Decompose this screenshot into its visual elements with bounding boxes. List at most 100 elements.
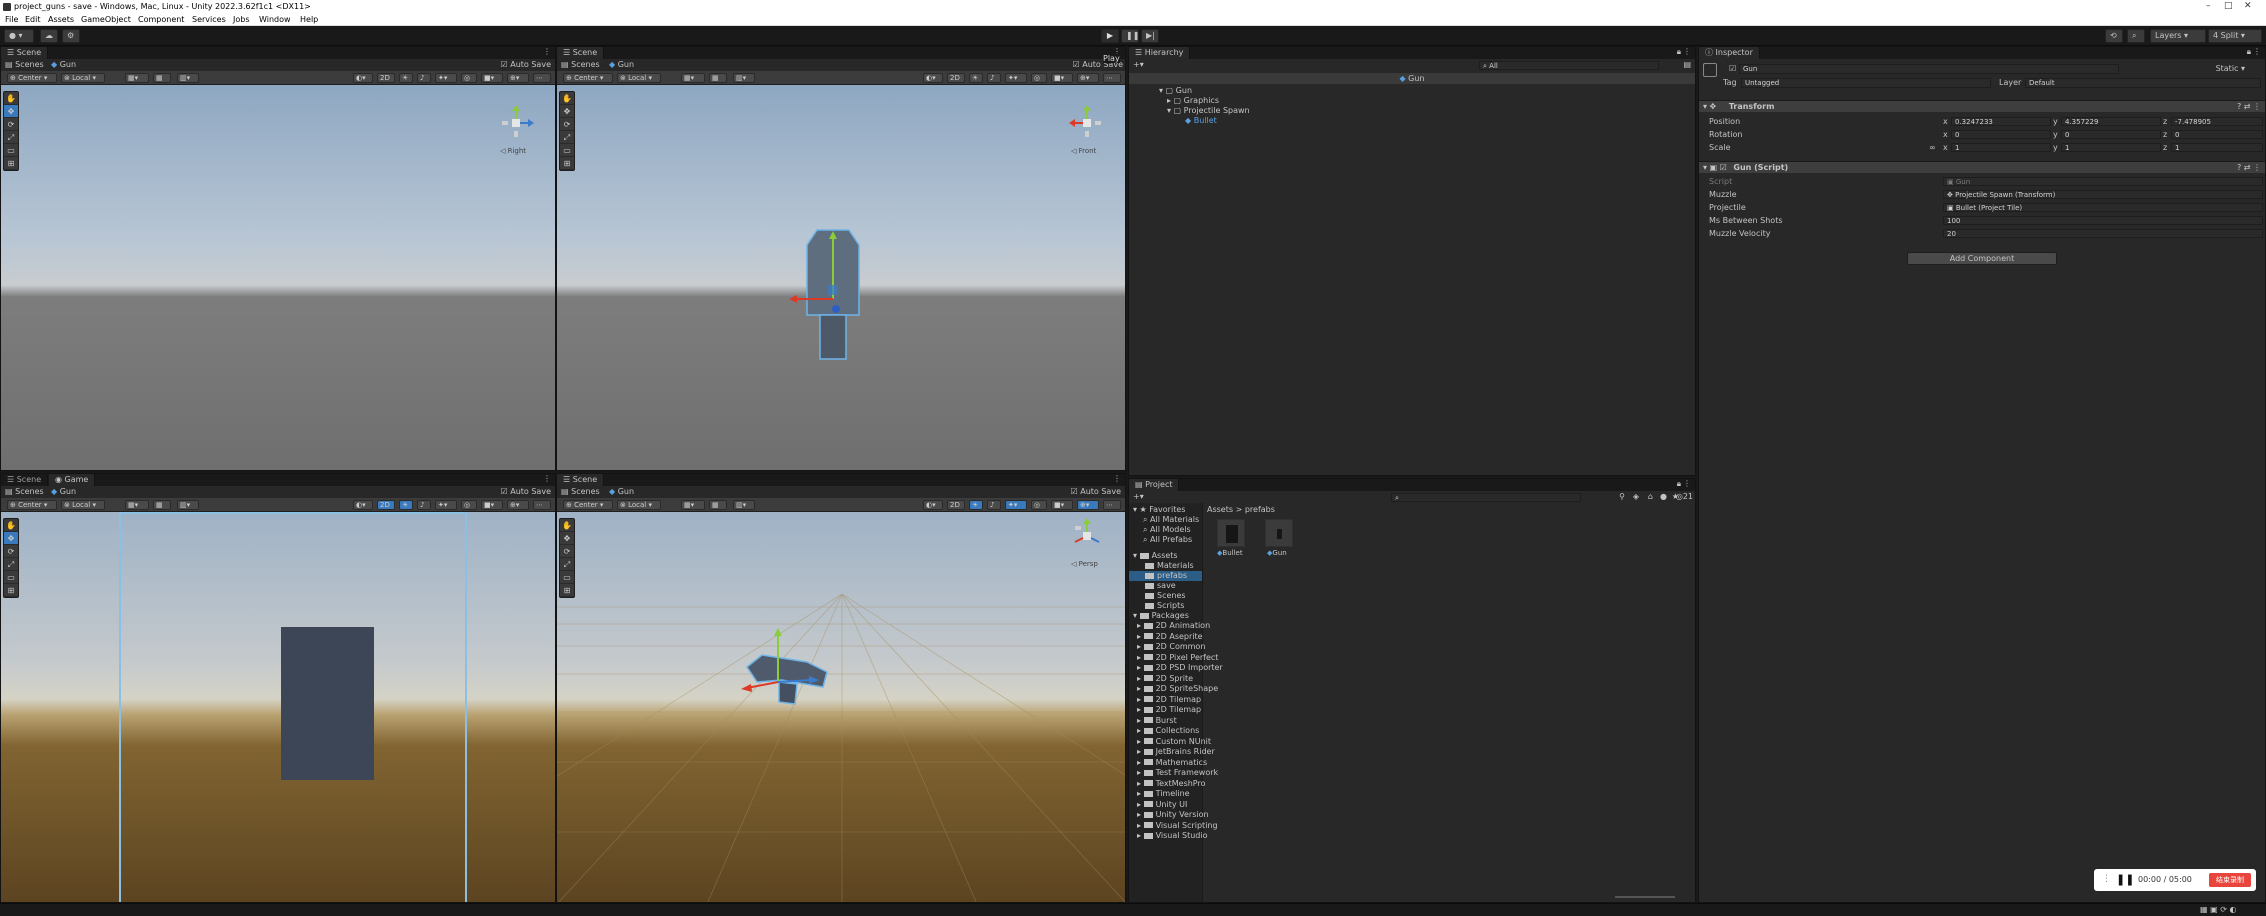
asset-gun[interactable] — [1265, 519, 1293, 547]
add-component-button[interactable]: Add Component — [1907, 252, 2057, 265]
collab-icon[interactable]: ⚙ — [62, 29, 80, 43]
scale-tool-icon[interactable]: ⤢ — [4, 558, 18, 571]
tree-package-folder[interactable]: ▸ 2D PSD Importer — [1129, 663, 1223, 673]
gizmos-button[interactable]: ⊕▾ — [507, 73, 529, 83]
lighting-icon[interactable]: ☀ — [399, 500, 413, 510]
breadcrumb-gun[interactable]: ◆ Gun — [609, 59, 634, 71]
space-dropdown[interactable]: ⊗ Local ▾ — [617, 73, 661, 83]
more-icon[interactable]: ⋮ — [2253, 47, 2261, 56]
tree-package-folder[interactable]: ▸ 2D Common — [1129, 642, 1205, 652]
scene-viewport[interactable] — [557, 85, 1125, 470]
grid-snap-button[interactable]: ▦▾ — [125, 73, 149, 83]
scene-viewport[interactable] — [1, 85, 555, 470]
auto-save-toggle[interactable]: ☑ Auto Save — [501, 486, 551, 498]
rotation-x-field[interactable]: 0 — [1951, 130, 2051, 139]
drag-handle-icon[interactable]: ⋮ — [2102, 874, 2111, 884]
audio-icon[interactable]: ♪ — [987, 500, 1001, 510]
account-button[interactable]: ● ▾ — [4, 29, 34, 43]
audio-icon[interactable]: ♪ — [417, 73, 431, 83]
space-dropdown[interactable]: ⊗ Local ▾ — [61, 500, 105, 510]
layers-dropdown[interactable]: Layers ▾ — [2150, 29, 2206, 43]
asset-bullet[interactable] — [1217, 519, 1245, 547]
pause-icon[interactable]: ❚❚ — [2116, 873, 2134, 886]
tab-hierarchy[interactable]: ☰ Hierarchy — [1129, 47, 1191, 59]
menu-help[interactable]: Help — [300, 15, 318, 24]
tree-package-folder[interactable]: ▸ 2D Animation — [1129, 621, 1210, 631]
lighting-icon[interactable]: ☀ — [969, 500, 983, 510]
draw-mode-button[interactable]: ◐▾ — [923, 73, 943, 83]
layer-dropdown[interactable]: Default — [2025, 78, 2261, 88]
breadcrumb-scenes[interactable]: ▤ Scenes — [5, 486, 44, 498]
mode-2d-button[interactable]: 2D — [947, 500, 965, 510]
pivot-dropdown[interactable]: ⊕ Center ▾ — [7, 73, 57, 83]
rotate-tool-icon[interactable]: ⟳ — [4, 545, 18, 558]
step-button[interactable]: ▶| — [1141, 29, 1159, 43]
minimize-icon[interactable]: – — [2206, 1, 2211, 11]
effects-button[interactable]: ✦▾ — [435, 500, 457, 510]
search-settings-icon[interactable]: ⌂ — [1648, 491, 1653, 503]
orientation-gizmo[interactable]: ◁ Front — [1069, 105, 1105, 155]
tree-package-folder[interactable]: ▸ Burst — [1129, 716, 1202, 726]
tree-package-folder[interactable]: ▸ 2D Sprite — [1129, 674, 1202, 684]
orientation-gizmo[interactable]: ◁ Persp — [1069, 518, 1105, 568]
menu-jobs[interactable]: Jobs — [233, 15, 250, 24]
mode-2d-button[interactable]: 2D — [377, 73, 395, 83]
hidden-objects-icon[interactable]: ◎ — [461, 500, 477, 510]
component-menu-icon[interactable]: ? ⇄ ⋮ — [2237, 162, 2261, 174]
move-tool-icon[interactable]: ✥ — [560, 532, 574, 545]
tree-packages[interactable]: ▾ Packages — [1129, 611, 1202, 621]
effects-button[interactable]: ✦▾ — [1005, 73, 1027, 83]
tab-scene[interactable]: ☰ Scene — [1, 474, 49, 486]
breadcrumb-scenes[interactable]: ▤ Scenes — [561, 486, 600, 498]
lighting-icon[interactable]: ☀ — [399, 73, 413, 83]
history-icon[interactable]: ⟲ — [2105, 29, 2123, 43]
gun-script-header[interactable]: ▾ ▣ ☑ Gun (Script) ? ⇄ ⋮ — [1699, 161, 2265, 173]
audio-icon[interactable]: ♪ — [987, 73, 1001, 83]
tree-package-folder[interactable]: ▸ Test Framework — [1129, 768, 1218, 778]
tree-package-folder[interactable]: ▸ Collections — [1129, 726, 1202, 736]
tree-package-folder[interactable]: ▸ Unity UI — [1129, 800, 1202, 810]
scene-viewport[interactable] — [557, 512, 1125, 902]
projectile-field[interactable]: ▣ Bullet (Project Tile) — [1943, 203, 2263, 212]
grid-snap-button[interactable]: ▦▾ — [125, 500, 149, 510]
tree-fav-models[interactable]: ⌕ All Models — [1129, 525, 1202, 535]
lighting-icon[interactable]: ☀ — [969, 73, 983, 83]
more-icon[interactable]: ⋮ — [1683, 47, 1691, 56]
pause-button[interactable]: ❚❚ — [1121, 29, 1139, 43]
scale-z-field[interactable]: 1 — [2171, 143, 2263, 152]
tree-package-folder[interactable]: ▸ 2D Aseprite — [1129, 632, 1203, 642]
rotate-tool-icon[interactable]: ⟳ — [4, 118, 18, 131]
rotation-z-field[interactable]: 0 — [2171, 130, 2263, 139]
tree-assets[interactable]: ▾ Assets — [1129, 551, 1202, 561]
transform-tool-icon[interactable]: ⊞ — [560, 584, 574, 597]
breadcrumb-assets[interactable]: Assets — [1207, 505, 1233, 514]
hierarchy-item-graphics[interactable]: ▸ ▢ Graphics — [1129, 96, 1695, 106]
search-icon[interactable]: ⌕ — [2127, 29, 2145, 43]
info-icon[interactable]: ● — [1660, 491, 1667, 503]
overlay-menu-icon[interactable]: ⋯ — [1103, 73, 1121, 83]
auto-save-toggle[interactable]: ☑ Auto Save — [501, 59, 551, 71]
camera-button[interactable]: ■▾ — [481, 73, 503, 83]
overlay-menu-icon[interactable]: ⋯ — [1103, 500, 1121, 510]
tree-package-folder[interactable]: ▸ Visual Scripting — [1129, 821, 1218, 831]
tree-folder[interactable]: Scripts — [1129, 601, 1202, 611]
tree-package-folder[interactable]: ▸ TextMeshPro — [1129, 779, 1206, 789]
scale-y-field[interactable]: 1 — [2061, 143, 2161, 152]
hand-tool-icon[interactable]: ✋ — [560, 519, 574, 532]
hidden-objects-icon[interactable]: ◎ — [461, 73, 477, 83]
grid-button[interactable]: ▥▾ — [177, 500, 199, 510]
hand-tool-icon[interactable]: ✋ — [560, 92, 574, 105]
menu-services[interactable]: Services — [192, 15, 226, 24]
more-icon[interactable]: ⋮ — [1683, 479, 1691, 488]
mode-2d-button[interactable]: 2D — [947, 73, 965, 83]
active-checkbox[interactable]: ☑ — [1729, 64, 1736, 73]
hidden-objects-icon[interactable]: ◎ — [1031, 500, 1047, 510]
lock-icon[interactable]: 🔒︎ — [2247, 47, 2251, 57]
draw-mode-button[interactable]: ◐▾ — [353, 73, 373, 83]
rect-tool-icon[interactable]: ▭ — [4, 571, 18, 584]
search-input[interactable]: ⌕ All — [1479, 61, 1659, 70]
lock-icon[interactable]: 🔒︎ — [1677, 479, 1681, 489]
muzzle-field[interactable]: ✥ Projectile Spawn (Transform) — [1943, 190, 2263, 199]
menu-window[interactable]: Window — [259, 15, 291, 24]
scale-tool-icon[interactable]: ⤢ — [560, 131, 574, 144]
